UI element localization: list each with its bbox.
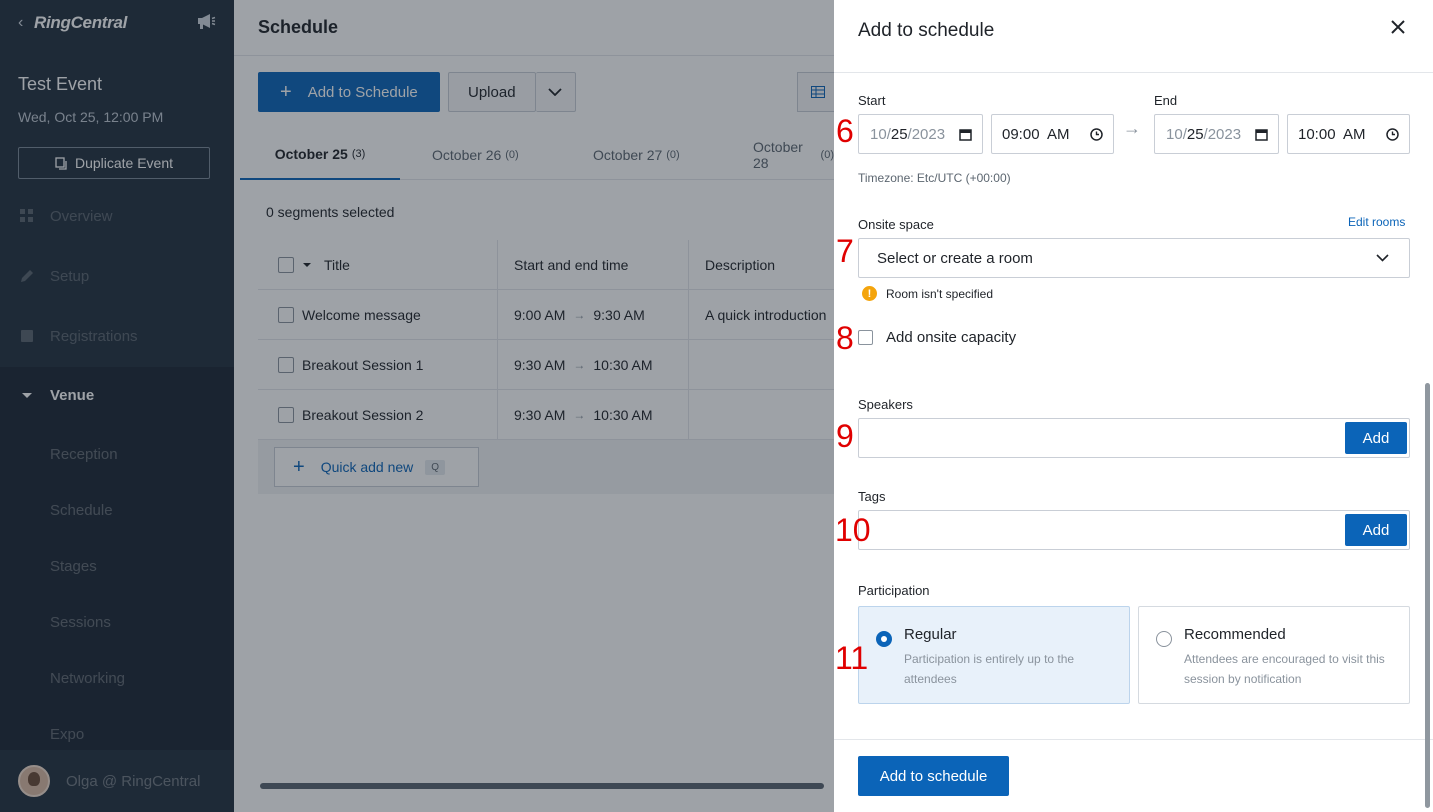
annotation-number: 11 (835, 640, 869, 676)
clock-icon[interactable] (1090, 127, 1103, 141)
add-to-schedule-drawer: Add to schedule Start End 10/25/2023 09:… (834, 0, 1433, 812)
onsite-space-label: Onsite space (858, 217, 934, 232)
modal-overlay[interactable] (0, 0, 834, 812)
time-value: 09:00 AM (1002, 125, 1070, 143)
date-month: 10 (1166, 125, 1183, 143)
room-select-value: Select or create a room (877, 249, 1033, 267)
option-description: Participation is entirely up to the atte… (904, 652, 1075, 686)
room-warning-text: Room isn't specified (886, 286, 994, 301)
annotation-number: 6 (836, 113, 854, 149)
participation-option-recommended[interactable]: Recommended Attendees are encouraged to … (1138, 606, 1410, 704)
option-title: Regular (904, 626, 957, 643)
recommended-radio[interactable] (1156, 631, 1172, 647)
end-time-input[interactable]: 10:00 AM (1287, 114, 1410, 154)
option-description: Attendees are encouraged to visit this s… (1184, 652, 1385, 686)
vertical-scrollbar[interactable] (1425, 383, 1430, 808)
onsite-capacity-toggle[interactable]: Add onsite capacity (858, 329, 1016, 346)
room-select[interactable]: Select or create a room (858, 238, 1410, 278)
timezone-note: Timezone: Etc/UTC (+00:00) (858, 171, 1011, 185)
calendar-icon[interactable] (959, 128, 972, 141)
participation-label: Participation (858, 583, 930, 598)
calendar-icon[interactable] (1255, 128, 1268, 141)
speakers-field[interactable]: Add (858, 418, 1410, 458)
clock-icon[interactable] (1386, 127, 1399, 141)
annotation-number: 10 (835, 512, 871, 548)
add-to-schedule-submit-button[interactable]: Add to schedule (858, 756, 1009, 796)
annotation-number: 7 (836, 233, 854, 269)
participation-option-regular[interactable]: Regular Participation is entirely up to … (858, 606, 1130, 704)
time-value: 10:00 AM (1298, 125, 1366, 143)
drawer-title: Add to schedule (858, 20, 995, 41)
start-time-input[interactable]: 09:00 AM (991, 114, 1114, 154)
arrow-right-icon: → (1123, 118, 1141, 138)
onsite-capacity-checkbox[interactable] (858, 330, 873, 345)
annotation-number: 9 (836, 418, 854, 454)
close-icon[interactable] (1388, 16, 1408, 38)
regular-radio[interactable] (876, 631, 892, 647)
end-label: End (1154, 93, 1178, 108)
date-year: 2023 (911, 125, 946, 143)
date-month: 10 (870, 125, 887, 143)
room-warning: ! Room isn't specified (862, 286, 993, 301)
warning-icon: ! (862, 286, 877, 301)
drawer-header-divider (834, 72, 1433, 73)
edit-rooms-link[interactable]: Edit rooms (1348, 215, 1405, 229)
annotation-number: 8 (836, 320, 854, 356)
onsite-capacity-label: Add onsite capacity (886, 329, 1017, 346)
end-date-input[interactable]: 10/25/2023 (1154, 114, 1279, 154)
date-year: 2023 (1207, 125, 1242, 143)
chevron-down-icon (1376, 254, 1389, 262)
date-day: 25 (890, 125, 908, 143)
tags-field[interactable]: Add (858, 510, 1410, 550)
drawer-footer-divider (834, 739, 1433, 740)
speakers-label: Speakers (858, 397, 913, 412)
add-speaker-button[interactable]: Add (1345, 422, 1407, 454)
tags-label: Tags (858, 489, 886, 504)
option-title: Recommended (1184, 626, 1286, 643)
add-tag-button[interactable]: Add (1345, 514, 1407, 546)
date-day: 25 (1186, 125, 1204, 143)
start-date-input[interactable]: 10/25/2023 (858, 114, 983, 154)
start-label: Start (858, 93, 886, 108)
